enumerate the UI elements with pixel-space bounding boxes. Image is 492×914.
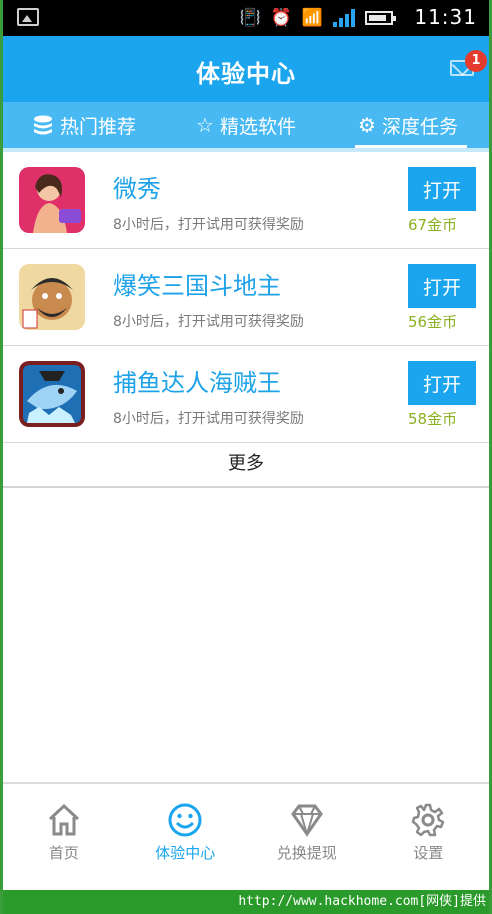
nav-label: 体验中心 (155, 844, 216, 862)
nav-label: 首页 (48, 844, 79, 862)
alarm-icon: ⏰ (270, 8, 292, 28)
tab-deep-tasks[interactable]: ⚙ 深度任务 (327, 102, 489, 148)
gear-icon: ⚙ (358, 113, 376, 137)
tab-label: 深度任务 (381, 115, 458, 138)
list-item: 微秀 8小时后，打开试用可获得奖励 打开 67金币 (3, 152, 489, 249)
app-header: 体验中心 (3, 36, 489, 102)
gallery-icon (17, 8, 39, 26)
wifi-icon: 📶 (301, 8, 323, 28)
more-button[interactable]: 更多 (3, 440, 489, 488)
settings-icon (412, 803, 445, 837)
list-item: 爆笑三国斗地主 8小时后，打开试用可获得奖励 打开 56金币 (3, 249, 489, 346)
signal-icon (333, 9, 355, 27)
watermark: http://www.hackhome.com[网侠]提供 (0, 890, 492, 914)
list-item: 捕鱼达人海贼王 8小时后，打开试用可获得奖励 打开 58金币 (3, 346, 489, 443)
status-time: 11:31 (414, 5, 477, 29)
app-icon-weixiu[interactable] (19, 167, 85, 233)
app-name: 爆笑三国斗地主 (113, 272, 281, 300)
app-icon-fishing[interactable] (19, 361, 85, 427)
bottom-nav: 首页 体验中心 兑换提现 设置 (3, 782, 489, 892)
tab-hot[interactable]: 热门推荐 (3, 102, 165, 148)
notification-badge: 1 (465, 50, 487, 72)
diamond-icon (290, 804, 323, 838)
vibrate-icon: 📳 (239, 8, 261, 28)
smiley-icon (168, 803, 202, 837)
database-icon (33, 115, 52, 135)
battery-icon (365, 11, 396, 25)
app-description: 8小时后，打开试用可获得奖励 (113, 411, 304, 427)
coin-reward: 67金币 (408, 216, 458, 234)
app-name: 微秀 (113, 175, 161, 203)
nav-label: 设置 (413, 844, 444, 862)
status-icons: 📳 ⏰ 📶 (239, 6, 396, 30)
nav-home[interactable]: 首页 (3, 784, 125, 892)
coin-reward: 58金币 (408, 410, 458, 428)
page-title: 体验中心 (196, 60, 296, 88)
open-button[interactable]: 打开 (408, 264, 476, 308)
tab-featured[interactable]: ☆ 精选软件 (165, 102, 327, 148)
nav-label: 兑换提现 (276, 844, 337, 862)
app-list: 微秀 8小时后，打开试用可获得奖励 打开 67金币 爆笑三国斗地主 8小时后，打… (3, 152, 489, 443)
star-icon: ☆ (196, 113, 214, 137)
open-button[interactable]: 打开 (408, 167, 476, 211)
nav-experience-center[interactable]: 体验中心 (125, 784, 247, 892)
app-description: 8小时后，打开试用可获得奖励 (113, 217, 304, 233)
open-button[interactable]: 打开 (408, 361, 476, 405)
app-name: 捕鱼达人海贼王 (113, 369, 281, 397)
tab-label: 热门推荐 (59, 115, 136, 138)
status-bar: 📳 ⏰ 📶 11:31 (3, 0, 489, 36)
tab-bar: 热门推荐 ☆ 精选软件 ⚙ 深度任务 (3, 102, 489, 148)
app-icon-doudizhu[interactable] (19, 264, 85, 330)
nav-redeem[interactable]: 兑换提现 (246, 784, 368, 892)
app-description: 8小时后，打开试用可获得奖励 (113, 314, 304, 330)
coin-reward: 56金币 (408, 313, 458, 331)
nav-settings[interactable]: 设置 (368, 784, 490, 892)
home-icon (48, 803, 79, 836)
tab-label: 精选软件 (219, 115, 296, 138)
